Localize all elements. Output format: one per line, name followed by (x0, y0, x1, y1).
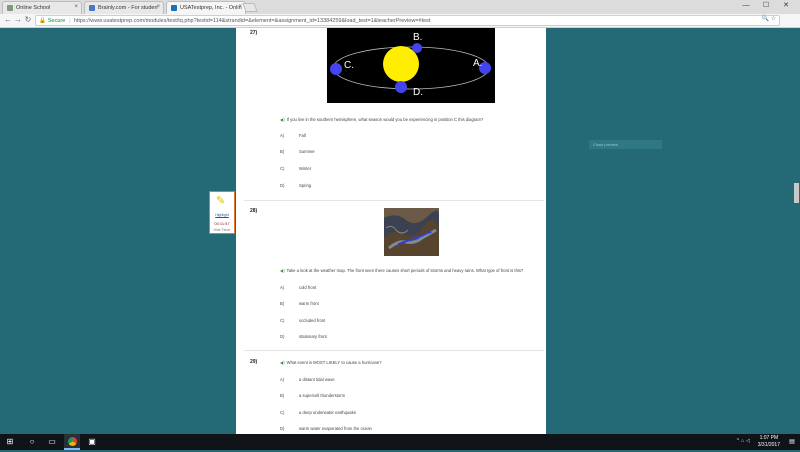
option-letter: D) (280, 426, 285, 431)
option-letter: B) (280, 393, 285, 398)
tab-favicon-icon (7, 5, 13, 11)
answer-option[interactable]: a distant tidal wave (299, 377, 335, 382)
close-window-button[interactable]: ✕ (776, 0, 796, 12)
test-content: 27) A. B. C. D. ◀) If you live in the sou… (236, 28, 546, 434)
notifications-icon[interactable]: ▤ (786, 434, 798, 450)
maximize-button[interactable]: ☐ (756, 0, 776, 12)
windows-start-icon[interactable]: ⊞ (2, 434, 18, 450)
question-divider (244, 350, 544, 351)
tab-title: USATestprep, Inc. - Onlin (180, 5, 242, 11)
windows-taskbar: ⊞ ○ ▭ ▣ ^⌂◁ 1:07 PM 3/31/2017 ▤ (0, 434, 800, 450)
back-arrow-icon[interactable]: ← (3, 15, 13, 24)
address-bar-row: ← → ↻ 🔒 Secure | https://www.usatestprep.co… (0, 14, 800, 37)
taskbar-clock[interactable]: 1:07 PM 3/31/2017 (758, 435, 780, 449)
label-a: A. (473, 58, 482, 69)
speaker-icon[interactable]: ◀) (280, 117, 285, 122)
question-number: 29) (250, 359, 258, 365)
answer-option[interactable]: Winter (299, 166, 311, 171)
tab-favicon-icon (89, 5, 95, 11)
option-letter: B) (280, 301, 285, 306)
new-tab-button[interactable] (242, 3, 258, 12)
option-letter: C) (280, 166, 285, 171)
tab-close-icon[interactable]: × (156, 4, 160, 10)
system-tray: ^⌂◁ (737, 438, 752, 444)
forward-arrow-icon[interactable]: → (13, 15, 23, 24)
browser-tab-bar: Online School × Brainly.com - For studen… (0, 0, 800, 14)
chrome-taskbar-icon[interactable] (64, 434, 80, 450)
answer-option[interactable]: cold front (299, 285, 316, 290)
lock-icon: 🔒 (39, 18, 46, 24)
weather-map-image (384, 208, 439, 256)
task-view-icon[interactable]: ▭ (44, 434, 60, 450)
answer-option[interactable]: stationary front (299, 334, 327, 339)
hide-timer-link[interactable]: Hide Timer (210, 228, 234, 232)
tab-usatestprep[interactable]: USATestprep, Inc. - Onlin × (166, 1, 246, 14)
tab-title: Brainly.com - For studen (98, 5, 158, 11)
answer-option[interactable]: a supercell thunderstorm (299, 393, 345, 398)
option-letter: C) (280, 410, 285, 415)
answer-option[interactable]: warm water evaporated from the ocean (299, 426, 372, 431)
answer-option[interactable]: Fall (299, 133, 306, 138)
option-letter: D) (280, 334, 285, 339)
speaker-icon[interactable]: ◀) (280, 268, 285, 273)
label-d: D. (413, 87, 423, 98)
question-number: 27) (250, 30, 258, 36)
zoom-icon[interactable]: 🔍 (761, 16, 768, 22)
clock-time: 1:07 PM (759, 435, 779, 441)
planet-d (395, 81, 407, 93)
app-taskbar-icon[interactable]: ▣ (84, 434, 100, 450)
option-letter: A) (280, 133, 285, 138)
highlighter-icon[interactable]: ✎ (216, 194, 225, 207)
seasons-diagram: A. B. C. D. (327, 28, 495, 103)
question-number: 28) (250, 208, 258, 214)
clock-date: 3/31/2017 (757, 442, 780, 448)
url-separator: | (69, 18, 71, 24)
option-letter: B) (280, 149, 285, 154)
scrollbar-thumb[interactable] (794, 183, 799, 203)
planet-b (412, 43, 422, 53)
label-c: C. (344, 60, 354, 71)
timer-display: 00:11:57 (214, 221, 230, 226)
speaker-icon[interactable]: ◀) (280, 360, 285, 365)
highlight-link[interactable]: Highlight (210, 213, 234, 217)
tab-favicon-icon (171, 5, 177, 11)
url-actions: 🔍 ☆ (761, 15, 776, 22)
minimize-button[interactable]: — (736, 0, 756, 12)
option-letter: A) (280, 377, 285, 382)
close-preview-button[interactable]: Close preview (589, 140, 662, 149)
reload-icon[interactable]: ↻ (23, 15, 33, 24)
question-text: ◀) If you live in the southern hemisphere… (280, 117, 484, 122)
tab-online-school[interactable]: Online School × (2, 1, 82, 14)
url-text: https://www.usatestprep.com/modules/test… (73, 18, 431, 24)
answer-option[interactable]: Summer (299, 149, 315, 154)
tab-brainly[interactable]: Brainly.com - For studen × (84, 1, 164, 14)
option-letter: D) (280, 183, 285, 188)
tab-close-icon[interactable]: × (74, 4, 78, 10)
tab-title: Online School (16, 5, 51, 11)
tab-close-icon[interactable]: × (238, 4, 242, 10)
volume-icon[interactable]: ◁ (746, 438, 752, 444)
secure-label: Secure (47, 18, 66, 24)
answer-option[interactable]: a deep underwater earthquake (299, 410, 356, 415)
answer-option[interactable]: occluded front (299, 318, 325, 323)
search-icon[interactable]: ○ (24, 434, 40, 450)
question-divider (244, 200, 544, 201)
page-scrollbar[interactable] (793, 28, 800, 434)
answer-option[interactable]: warm front (299, 301, 319, 306)
planet-c (330, 63, 342, 75)
question-text: ◀) Take a look at the weather map. The fr… (280, 268, 524, 273)
label-b: B. (413, 32, 422, 43)
option-letter: C) (280, 318, 285, 323)
bookmark-star-icon[interactable]: ☆ (771, 16, 776, 22)
timer-widget: ✎ Highlight 00:11:57 Hide Timer (209, 191, 235, 234)
question-text: ◀) What event is MOST LIKELY to cause a h… (280, 360, 382, 365)
url-input[interactable]: 🔒 Secure | https://www.usatestprep.com/modu… (35, 15, 780, 26)
option-letter: A) (280, 285, 285, 290)
answer-option[interactable]: Spring (299, 183, 311, 188)
